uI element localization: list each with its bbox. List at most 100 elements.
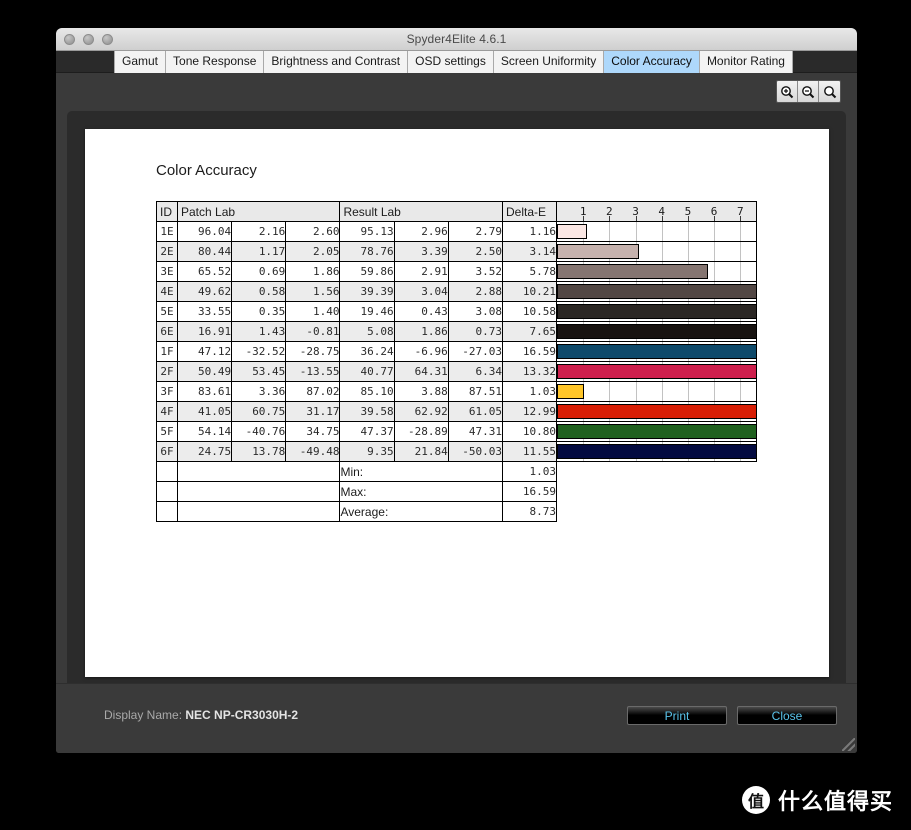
cell-result-lab-b: 2.50 [447,241,504,262]
chart-gridline [609,222,611,241]
delta-e-bar [557,384,584,399]
color-accuracy-table: ID Patch Lab Result Lab Delta-E 1 2 3 4 … [156,201,757,522]
summary-row: Min: 1.03 [156,461,757,482]
summary-blank-chart [556,461,757,482]
table-row: 5E 33.55 0.35 1.40 19.46 0.43 3.08 10.58 [156,301,757,322]
cell-patch-lab-a: 0.35 [231,301,287,322]
tab-monitor-rating[interactable]: Monitor Rating [699,51,793,73]
scale-tick-mark [609,216,611,221]
resize-grip[interactable] [842,738,855,751]
header-delta-e-scale: 1 2 3 4 5 6 7 [556,201,757,222]
tab-bar[interactable]: Gamut Tone Response Brightness and Contr… [56,51,857,73]
delta-e-bar [557,364,756,379]
tab-screen-uniformity[interactable]: Screen Uniformity [493,51,605,73]
chart-gridline [714,222,716,241]
cell-patch-lab-b: 2.60 [285,221,341,242]
chart-gridline [687,382,689,401]
cell-patch-lab-a: 60.75 [231,401,287,422]
cell-delta-e-bar [556,321,757,342]
report-viewer[interactable]: Color Accuracy ID Patch Lab Result Lab D… [67,111,846,711]
cell-patch-lab-L: 41.05 [176,401,233,422]
cell-patch-lab-L: 49.62 [176,281,233,302]
table-row: 5F 54.14 -40.76 34.75 47.37 -28.89 47.31 10.80 [156,421,757,442]
delta-e-bar [557,264,709,279]
cell-delta-e: 3.14 [502,241,557,262]
tab-tone-response[interactable]: Tone Response [166,51,265,73]
chart-gridline [635,382,637,401]
zoom-out-icon[interactable] [798,81,819,102]
cell-patch-lab-a: 3.36 [231,381,287,402]
cell-result-lab-a: 2.91 [393,261,449,282]
cell-patch-lab-a: 0.58 [231,281,287,302]
cell-patch-id: 4F [156,401,178,422]
cell-delta-e-bar [556,281,757,302]
window-titlebar: Spyder4Elite 4.6.1 [56,28,857,51]
cell-delta-e-bar [556,241,757,262]
zoom-button[interactable] [102,34,113,45]
window-controls[interactable] [64,34,113,45]
zoom-in-icon[interactable] [777,81,798,102]
cell-patch-lab-L: 54.14 [176,421,233,442]
chart-gridline [687,222,689,241]
cell-delta-e: 16.59 [502,341,557,362]
display-name-label: Display Name: [104,708,183,722]
print-button[interactable]: Print [627,706,727,725]
chart-gridline [740,242,742,261]
close-button[interactable] [64,34,75,45]
cell-result-lab-L: 36.24 [339,341,395,362]
cell-result-lab-L: 9.35 [339,441,395,462]
cell-result-lab-b: 3.52 [447,261,504,282]
chart-gridline [661,382,663,401]
cell-delta-e: 1.16 [502,221,557,242]
cell-patch-id: 2F [156,361,178,382]
chart-gridline [635,222,637,241]
magnifier-icon[interactable] [819,81,840,102]
window-title: Spyder4Elite 4.6.1 [406,32,507,46]
header-delta-e: Delta-E [502,201,557,222]
header-result-lab: Result Lab [339,201,503,222]
cell-patch-lab-b: 34.75 [285,421,341,442]
cell-result-lab-L: 19.46 [339,301,395,322]
cell-result-lab-a: 0.43 [393,301,449,322]
delta-e-bar [557,324,756,339]
window-footer: Display Name: NEC NP-CR3030H-2 Print Clo… [56,683,857,753]
cell-patch-lab-L: 96.04 [176,221,233,242]
delta-e-bar [557,444,756,459]
summary-value: 16.59 [502,481,557,502]
cell-result-lab-L: 47.37 [339,421,395,442]
tab-brightness-and-contrast[interactable]: Brightness and Contrast [264,51,409,73]
table-row: 2E 80.44 1.17 2.05 78.76 3.39 2.50 3.14 [156,241,757,262]
cell-delta-e-bar [556,221,757,242]
cell-result-lab-b: 6.34 [447,361,504,382]
zoom-toolbar[interactable] [776,80,841,103]
tab-gamut[interactable]: Gamut [114,51,167,73]
cell-delta-e: 1.03 [502,381,557,402]
cell-patch-lab-a: -40.76 [231,421,287,442]
table-row: 6F 24.75 13.78 -49.48 9.35 21.84 -50.03 11.55 [156,441,757,462]
report-page: Color Accuracy ID Patch Lab Result Lab D… [85,129,829,677]
cell-patch-id: 5E [156,301,178,322]
cell-result-lab-L: 85.10 [339,381,395,402]
cell-result-lab-b: 0.73 [447,321,504,342]
chart-gridline [740,262,742,281]
display-name: Display Name: NEC NP-CR3030H-2 [104,708,298,722]
close-button-footer[interactable]: Close [737,706,837,725]
tab-color-accuracy[interactable]: Color Accuracy [604,51,700,73]
table-row: 3F 83.61 3.36 87.02 85.10 3.88 87.51 1.03 [156,381,757,402]
cell-patch-lab-b: -49.48 [285,441,341,462]
cell-patch-lab-L: 80.44 [176,241,233,262]
summary-blank-chart [556,481,757,502]
cell-patch-lab-b: -28.75 [285,341,341,362]
tab-osd-settings[interactable]: OSD settings [408,51,494,73]
chart-gridline [714,262,716,281]
summary-value: 1.03 [502,461,557,482]
cell-delta-e: 10.80 [502,421,557,442]
cell-patch-lab-L: 33.55 [176,301,233,322]
cell-result-lab-b: 2.88 [447,281,504,302]
cell-result-lab-a: 3.04 [393,281,449,302]
cell-delta-e: 12.99 [502,401,557,422]
cell-patch-lab-a: 2.16 [231,221,287,242]
minimize-button[interactable] [83,34,94,45]
cell-delta-e-bar [556,361,757,382]
summary-label: Average: [339,501,503,522]
